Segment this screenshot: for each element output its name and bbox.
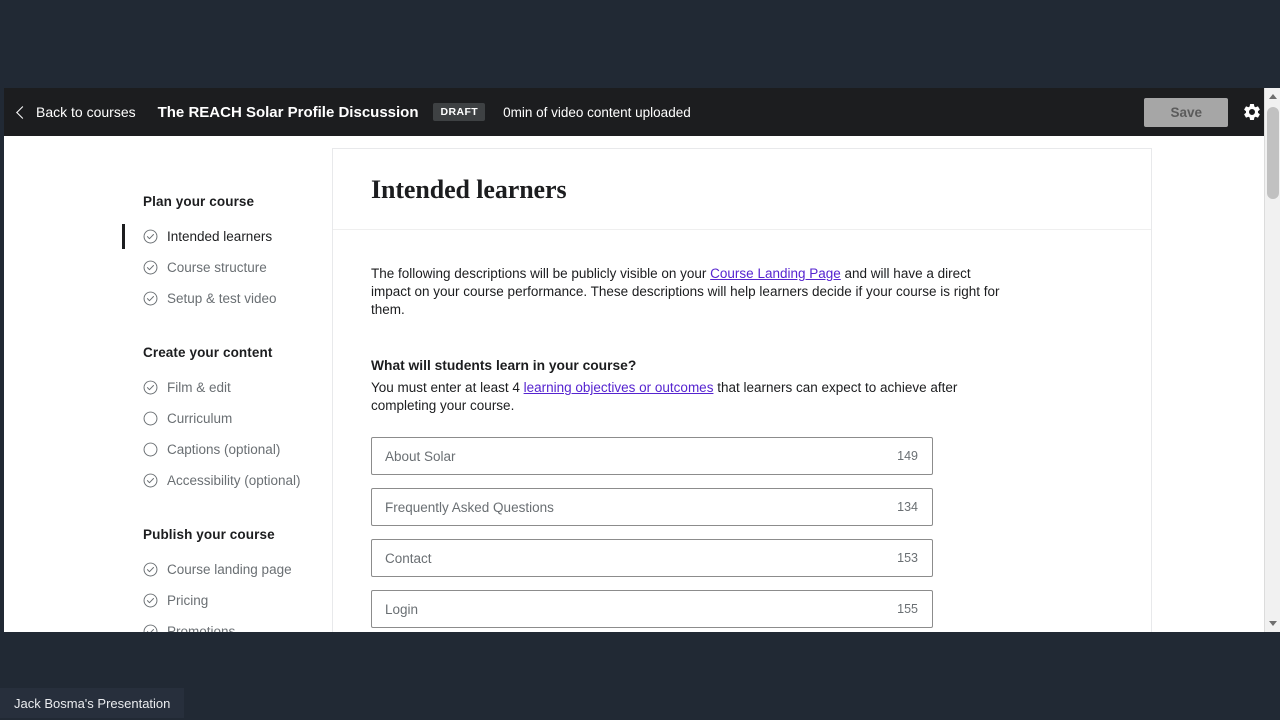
empty-circle-icon: [143, 411, 158, 426]
check-circle-icon: [143, 473, 158, 488]
learning-objectives-link[interactable]: learning objectives or outcomes: [524, 380, 714, 395]
back-to-courses-link[interactable]: Back to courses: [16, 104, 136, 120]
sidebar-item-intended-learners[interactable]: Intended learners: [4, 221, 332, 252]
sidebar-item-label: Pricing: [167, 593, 209, 608]
learning-objectives-question: What will students learn in your course?: [371, 358, 637, 374]
intro-paragraph: The following descriptions will be publi…: [371, 265, 1001, 318]
sidebar-item-film-edit[interactable]: Film & edit: [4, 372, 332, 403]
sidebar-item-setup-test-video[interactable]: Setup & test video: [4, 283, 332, 314]
browser-viewport: Back to courses The REACH Solar Profile …: [4, 88, 1280, 632]
page-content: Plan your course Intended learners Cours…: [4, 136, 1280, 632]
chevron-left-icon: [16, 105, 29, 119]
save-button[interactable]: Save: [1144, 97, 1228, 127]
empty-circle-icon: [143, 442, 158, 457]
intended-learners-card: Intended learners The following descript…: [332, 148, 1152, 632]
sidebar-group-publish: Publish your course Course landing page: [4, 527, 332, 632]
card-body: The following descriptions will be publi…: [333, 230, 1151, 632]
taskbar-item-label: Jack Bosma's Presentation: [14, 695, 171, 711]
app-header-bar: Back to courses The REACH Solar Profile …: [4, 88, 1280, 136]
scrollbar-thumb[interactable]: [1267, 107, 1279, 199]
sidebar-item-captions[interactable]: Captions (optional): [4, 434, 332, 465]
check-circle-icon: [143, 562, 158, 577]
course-title: The REACH Solar Profile Discussion: [157, 103, 419, 121]
upload-status-text: 0min of video content uploaded: [503, 104, 691, 120]
sidebar-item-label: Intended learners: [167, 229, 273, 244]
sidebar-item-accessibility[interactable]: Accessibility (optional): [4, 465, 332, 496]
sidebar-group-plan: Plan your course Intended learners Cours…: [4, 194, 332, 314]
sidebar-item-promotions[interactable]: Promotions: [4, 616, 332, 632]
course-steps-sidebar: Plan your course Intended learners Cours…: [4, 136, 332, 632]
intro-text-part1: The following descriptions will be publi…: [371, 266, 711, 281]
check-circle-icon: [143, 593, 158, 608]
sidebar-item-label: Promotions: [167, 624, 236, 632]
objective-input-row[interactable]: Frequently Asked Questions 134: [371, 488, 933, 527]
objective-char-counter: 134: [897, 500, 918, 515]
objective-char-counter: 149: [897, 449, 918, 464]
status-badge: DRAFT: [432, 103, 486, 121]
sidebar-group-title: Plan your course: [143, 194, 255, 209]
sidebar-item-course-structure[interactable]: Course structure: [4, 252, 332, 283]
sidebar-item-label: Captions (optional): [167, 442, 281, 457]
check-circle-icon: [143, 229, 158, 244]
objective-input-value[interactable]: About Solar: [385, 449, 897, 464]
screen: Back to courses The REACH Solar Profile …: [0, 0, 1280, 720]
objective-input-value[interactable]: Login: [385, 602, 897, 617]
sidebar-item-label: Accessibility (optional): [167, 473, 301, 488]
objective-input-row[interactable]: Contact 153: [371, 539, 933, 578]
objective-input-row[interactable]: Login 155: [371, 590, 933, 629]
sidebar-item-label: Film & edit: [167, 380, 231, 395]
objective-char-counter: 153: [897, 551, 918, 566]
sidebar-item-label: Course structure: [167, 260, 267, 275]
objective-char-counter: 155: [897, 602, 918, 617]
requirement-text-part1: You must enter at least 4: [371, 380, 524, 396]
vertical-scrollbar[interactable]: [1264, 88, 1280, 632]
triangle-down-icon: [1269, 621, 1277, 626]
sidebar-item-pricing[interactable]: Pricing: [4, 585, 332, 616]
sidebar-item-label: Curriculum: [167, 411, 233, 426]
app-header-actions: Save: [1144, 97, 1280, 127]
page-title: Intended learners: [371, 175, 567, 204]
triangle-up-icon: [1269, 94, 1277, 99]
learning-objective-fields: About Solar 149 Frequently Asked Questio…: [371, 437, 1113, 632]
objective-input-value[interactable]: Frequently Asked Questions: [385, 500, 897, 515]
objective-input-row[interactable]: About Solar 149: [371, 437, 933, 476]
sidebar-group-create: Create your content Film & edit Curricul…: [4, 345, 332, 496]
check-circle-icon: [143, 260, 158, 275]
check-circle-icon: [143, 380, 158, 395]
check-circle-icon: [143, 291, 158, 306]
sidebar-item-curriculum[interactable]: Curriculum: [4, 403, 332, 434]
sidebar-group-title: Create your content: [143, 345, 273, 360]
taskbar-presentation-item[interactable]: Jack Bosma's Presentation: [0, 688, 185, 718]
scroll-up-button[interactable]: [1265, 88, 1280, 105]
sidebar-item-label: Course landing page: [167, 562, 292, 577]
sidebar-item-course-landing-page[interactable]: Course landing page: [4, 554, 332, 585]
check-circle-icon: [143, 624, 158, 632]
sidebar-item-label: Setup & test video: [167, 291, 277, 306]
card-header: Intended learners: [333, 149, 1151, 230]
scroll-down-button[interactable]: [1265, 615, 1280, 632]
back-to-courses-label: Back to courses: [36, 104, 136, 120]
course-landing-page-link[interactable]: Course Landing Page: [710, 266, 841, 281]
objective-input-value[interactable]: Contact: [385, 551, 897, 566]
sidebar-group-title: Publish your course: [143, 527, 275, 542]
gear-icon[interactable]: [1242, 102, 1262, 122]
requirement-paragraph: You must enter at least 4 learning objec…: [371, 379, 1001, 415]
